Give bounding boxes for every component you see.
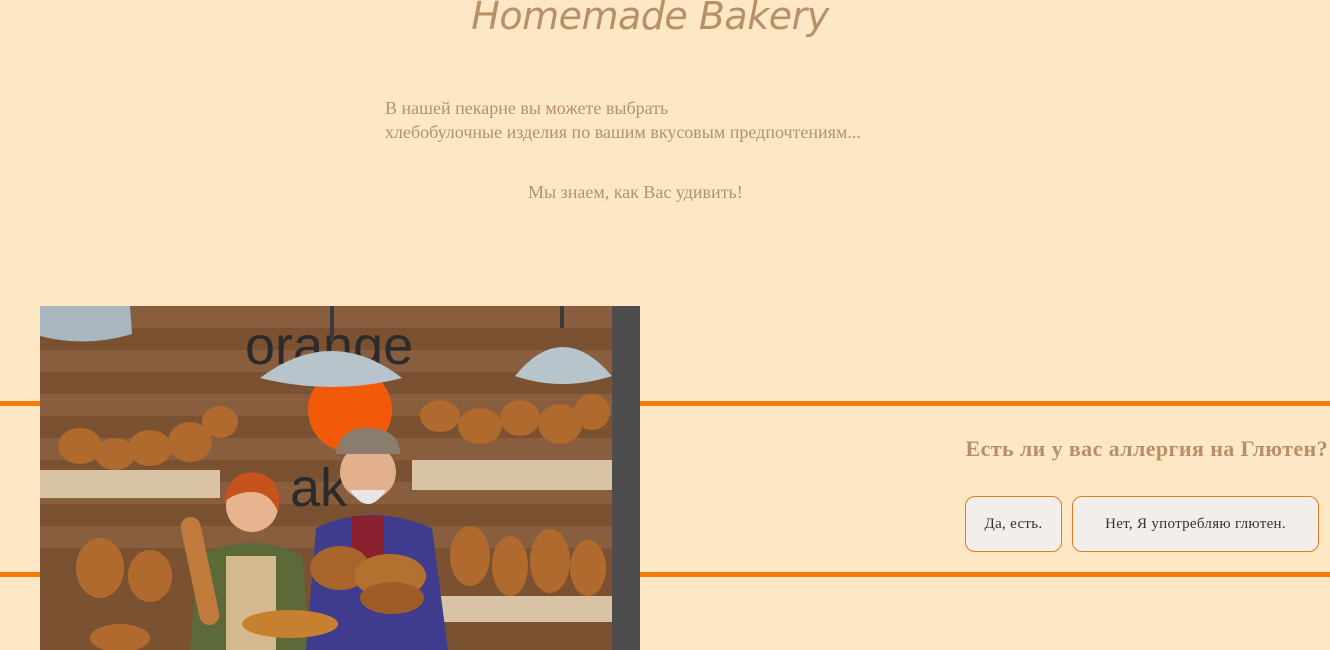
- tagline: Мы знаем, как Вас удивить!: [528, 182, 743, 202]
- no-allergy-button[interactable]: Нет, Я употребляю глютен.: [1072, 496, 1319, 552]
- intro-line-2: хлебобулочные изделия по вашим вкусовым …: [385, 122, 861, 142]
- yes-allergy-button[interactable]: Да, есть.: [965, 496, 1062, 552]
- gluten-question: Есть ли у вас аллергия на Глютен?: [965, 436, 1328, 461]
- bakery-photo: orange ak: [40, 306, 640, 650]
- intro-text: В нашей пекарне вы можете выбрать хлебоб…: [385, 96, 861, 144]
- svg-text:ak: ak: [290, 458, 348, 518]
- page-title: Homemade Bakery: [471, 0, 829, 38]
- intro-line-1: В нашей пекарне вы можете выбрать: [385, 98, 669, 118]
